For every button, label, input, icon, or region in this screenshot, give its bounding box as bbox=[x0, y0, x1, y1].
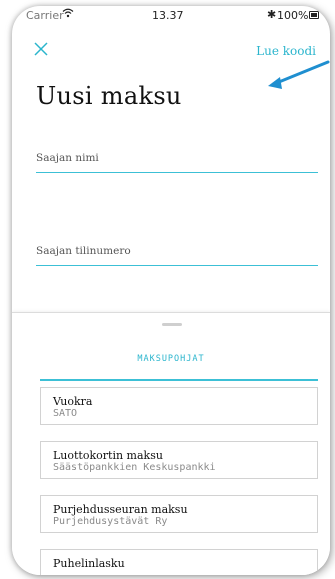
close-icon bbox=[34, 42, 48, 56]
battery-percentage: 100% bbox=[277, 9, 309, 22]
template-card-vuokra[interactable]: Vuokra SATO bbox=[40, 387, 318, 425]
status-bar: Carrier 13.37 ✱ 100% bbox=[12, 6, 330, 26]
recipient-name-input[interactable] bbox=[36, 152, 318, 164]
template-title: Luottokortin maksu bbox=[53, 449, 163, 462]
templates-section-title[interactable]: MAKSUPOHJAT bbox=[12, 354, 330, 364]
template-subtitle: SATO bbox=[53, 408, 78, 419]
template-subtitle: Säästöpankkien Keskuspankki bbox=[53, 462, 216, 473]
template-card-phone-bill[interactable]: Puhelinlasku bbox=[40, 549, 318, 575]
section-underline bbox=[40, 379, 318, 381]
template-title: Puhelinlasku bbox=[53, 557, 125, 570]
status-time: 13.37 bbox=[152, 9, 184, 22]
carrier-label: Carrier bbox=[26, 9, 64, 22]
template-card-sailing-club[interactable]: Purjehdusseuran maksu Purjehdusystävät R… bbox=[40, 495, 318, 533]
recipient-account-input[interactable] bbox=[36, 245, 318, 257]
recipient-account-field[interactable] bbox=[36, 239, 318, 266]
drag-handle[interactable] bbox=[162, 323, 182, 326]
page-title: Uusi maksu bbox=[36, 82, 182, 110]
wifi-icon bbox=[62, 8, 74, 21]
template-title: Purjehdusseuran maksu bbox=[53, 503, 188, 516]
recipient-name-field[interactable] bbox=[36, 146, 318, 173]
close-button[interactable] bbox=[32, 40, 52, 60]
template-card-credit-card[interactable]: Luottokortin maksu Säästöpankkien Keskus… bbox=[40, 441, 318, 479]
battery-icon bbox=[309, 11, 319, 19]
templates-sheet: MAKSUPOHJAT Vuokra SATO Luottokortin mak… bbox=[12, 312, 330, 575]
template-title: Vuokra bbox=[53, 395, 93, 408]
phone-frame: Carrier 13.37 ✱ 100% Lue koodi Uusi maks… bbox=[12, 6, 330, 575]
annotation-arrow-icon bbox=[268, 60, 330, 89]
template-subtitle: Purjehdusystävät Ry bbox=[53, 516, 168, 527]
bluetooth-icon: ✱ bbox=[267, 8, 277, 21]
